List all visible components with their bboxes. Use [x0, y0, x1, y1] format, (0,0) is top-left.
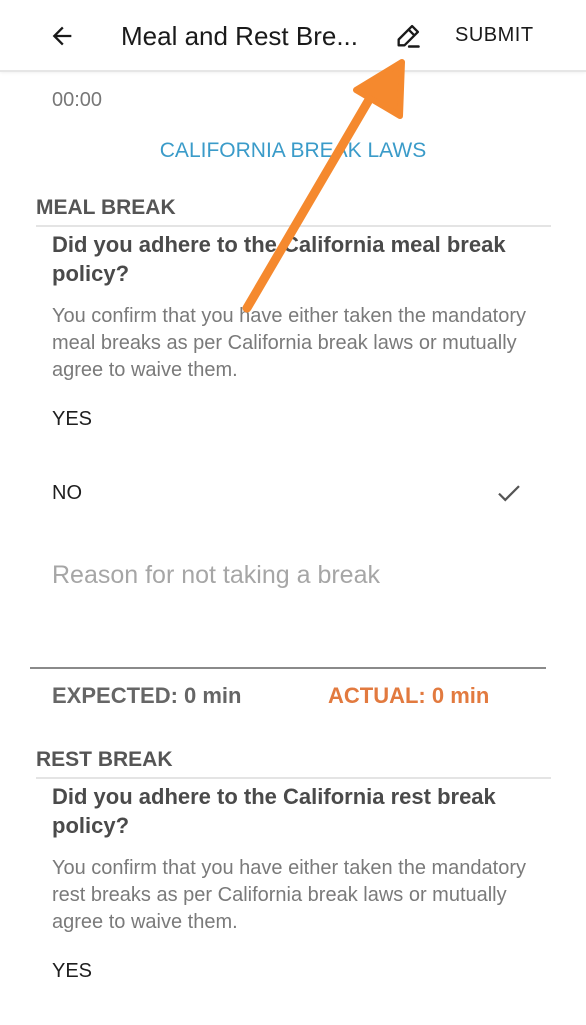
meal-option-yes[interactable]: YES: [52, 407, 532, 431]
edit-button[interactable]: [390, 18, 426, 54]
arrow-left-icon: [52, 26, 72, 46]
meal-break-description: You confirm that you have either taken t…: [52, 305, 526, 381]
meal-rest-break-screen: Meal and Rest Bre... SUBMIT 00:00 CALIFO…: [0, 0, 586, 1025]
meal-actual-duration: ACTUAL: 0 min: [328, 683, 490, 708]
meal-break-section-header: MEAL BREAK: [36, 195, 551, 227]
reason-field[interactable]: [30, 555, 546, 669]
checkmark-icon: [498, 485, 520, 502]
meal-option-no[interactable]: NO: [52, 481, 532, 505]
app-bar: Meal and Rest Bre... SUBMIT: [0, 0, 586, 72]
rest-option-yes[interactable]: YES: [52, 959, 532, 983]
break-time-value: 00:00: [52, 89, 103, 111]
rest-break-question: Did you adhere to the California rest br…: [52, 784, 496, 838]
meal-expected-duration: EXPECTED: 0 min: [52, 683, 242, 708]
back-button[interactable]: [44, 18, 80, 54]
pencil-icon: [397, 24, 420, 48]
rest-break-section-header: REST BREAK: [36, 747, 551, 779]
california-break-laws-link[interactable]: CALIFORNIA BREAK LAWS: [0, 138, 586, 164]
submit-button[interactable]: SUBMIT: [455, 22, 534, 48]
meal-break-question: Did you adhere to the California meal br…: [52, 232, 506, 286]
reason-input[interactable]: [52, 561, 532, 590]
page-title: Meal and Rest Bre...: [121, 21, 358, 51]
rest-break-description: You confirm that you have either taken t…: [52, 857, 526, 933]
